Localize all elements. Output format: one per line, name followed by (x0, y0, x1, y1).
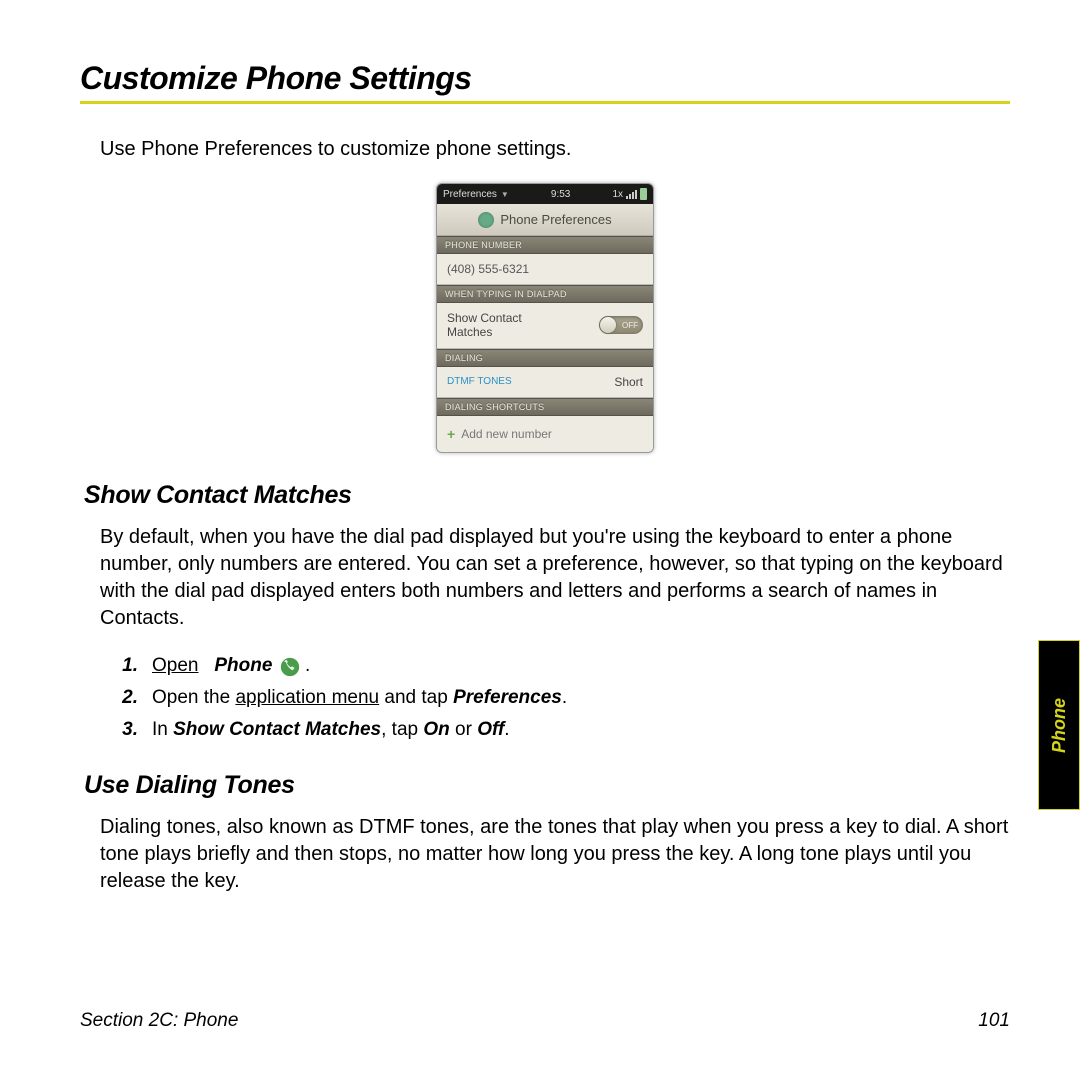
dtmf-tones-value: Short (614, 375, 643, 389)
intro-text: Use Phone Preferences to customize phone… (100, 138, 1010, 161)
add-new-number-label: Add new number (461, 427, 552, 441)
show-contact-matches-row[interactable]: Show Contact Matches OFF (437, 303, 653, 349)
statusbar-time: 9:53 (551, 189, 570, 200)
step3-on: On (423, 719, 449, 740)
screen-header-title: Phone Preferences (500, 212, 611, 227)
phone-number-row: (408) 555-6321 (437, 254, 653, 285)
step-1: 1. Open Phone . (120, 650, 1010, 682)
step2-t1: Open the (152, 687, 235, 708)
side-tab-label: Phone (1049, 697, 1070, 752)
steps-show-contact-matches: 1. Open Phone . 2. Open the application … (120, 650, 1010, 747)
step3-off: Off (477, 719, 504, 740)
side-thumb-tab: Phone (1038, 640, 1080, 810)
step3-t1: In (152, 719, 173, 740)
step3-t4: . (504, 719, 509, 740)
step3-show-contact-matches: Show Contact Matches (173, 719, 381, 740)
step-number: 2. (120, 682, 138, 714)
subheading-use-dialing-tones: Use Dialing Tones (84, 771, 1010, 800)
step2-preferences: Preferences (453, 687, 562, 708)
subheading-show-contact-matches: Show Contact Matches (84, 481, 1010, 510)
add-new-number-row[interactable]: + Add new number (437, 416, 653, 452)
statusbar-app-name: Preferences (443, 189, 497, 200)
statusbar: Preferences ▼ 9:53 1x (437, 184, 653, 204)
battery-icon (640, 188, 647, 200)
step2-application-menu-link: application menu (235, 687, 379, 708)
section-label-dialing: DIALING (437, 349, 653, 367)
page-title: Customize Phone Settings (80, 60, 1010, 101)
title-divider (80, 101, 1010, 104)
step3-t2: , tap (381, 719, 423, 740)
show-contact-matches-label: Show Contact Matches (447, 311, 557, 340)
section-label-when-typing: WHEN TYPING IN DIALPAD (437, 285, 653, 303)
phone-number-value: (408) 555-6321 (447, 262, 529, 276)
page-footer: Section 2C: Phone 101 (80, 1010, 1010, 1032)
section-label-shortcuts: DIALING SHORTCUTS (437, 398, 653, 416)
toggle-state: OFF (622, 321, 638, 330)
dtmf-tones-label: DTMF TONES (447, 376, 512, 387)
network-indicator: 1x (612, 189, 623, 200)
signal-icon (626, 190, 637, 199)
para-show-contact-matches: By default, when you have the dial pad d… (100, 524, 1010, 632)
phone-icon (478, 212, 494, 228)
step-number: 3. (120, 714, 138, 746)
plus-icon: + (447, 426, 455, 442)
phone-preferences-screenshot: Preferences ▼ 9:53 1x Phone Preferences … (436, 183, 654, 453)
step-number: 1. (120, 650, 138, 682)
show-contact-matches-toggle[interactable]: OFF (599, 316, 643, 334)
step1-open: Open (152, 655, 198, 676)
section-label-phone-number: PHONE NUMBER (437, 236, 653, 254)
step-2: 2. Open the application menu and tap Pre… (120, 682, 1010, 714)
footer-page-number: 101 (978, 1010, 1010, 1032)
step1-period: . (305, 655, 310, 676)
para-use-dialing-tones: Dialing tones, also known as DTMF tones,… (100, 814, 1010, 895)
step1-phone-link: Phone (214, 655, 272, 676)
step2-t2: and tap (379, 687, 453, 708)
footer-section-ref: Section 2C: Phone (80, 1010, 238, 1032)
dtmf-tones-row[interactable]: DTMF TONES Short (437, 367, 653, 398)
phone-app-icon (280, 656, 300, 676)
step3-t3: or (450, 719, 477, 740)
step2-t3: . (562, 687, 567, 708)
chevron-down-icon: ▼ (501, 190, 509, 199)
screen-header: Phone Preferences (437, 204, 653, 236)
step-3: 3. In Show Contact Matches, tap On or Of… (120, 714, 1010, 746)
